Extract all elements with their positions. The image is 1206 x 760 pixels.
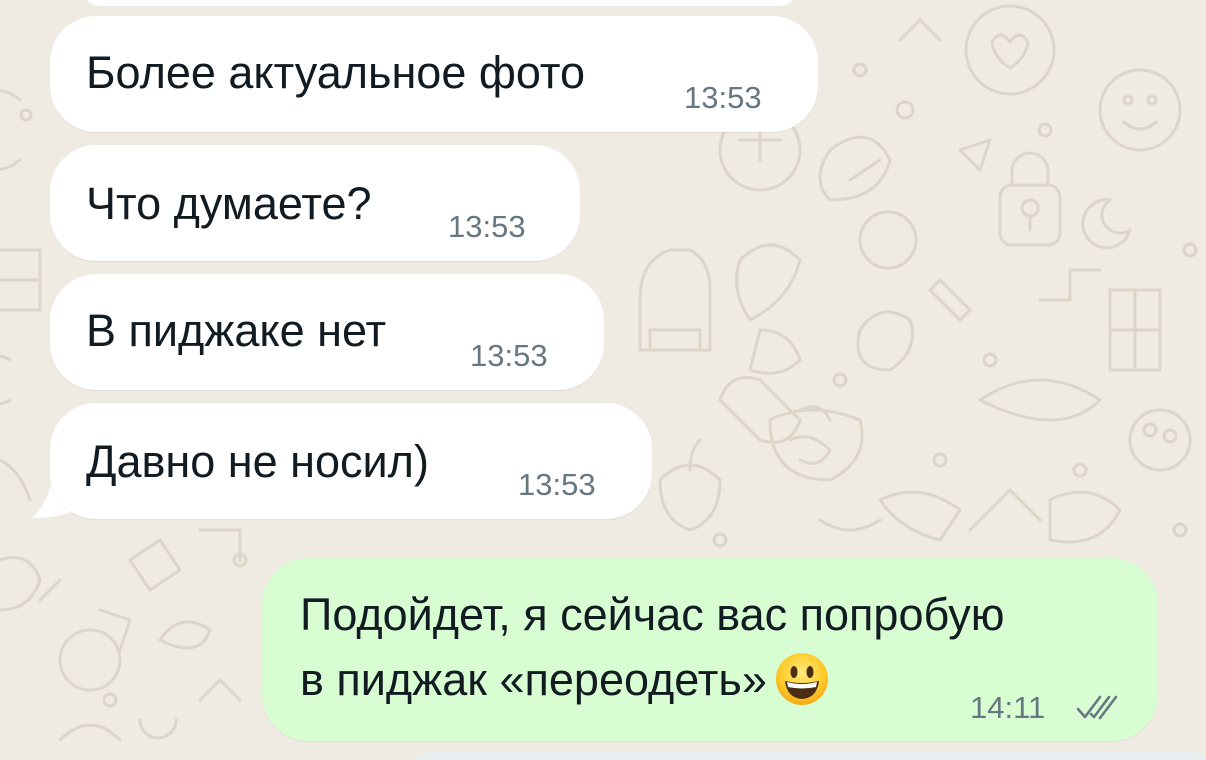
chat-area[interactable]: Более актуальное фото 13:53 Что думаете?…: [0, 0, 1206, 760]
incoming-message[interactable]: Что думаете? 13:53: [50, 145, 580, 261]
message-text: Давно не носил): [86, 436, 429, 487]
message-text: в пиджак «переодеть»: [300, 653, 767, 705]
double-check-icon: [1076, 695, 1118, 720]
message-time: 13:53: [470, 338, 548, 373]
next-message-edge: [410, 752, 1206, 760]
message-time: 13:53: [518, 467, 596, 502]
incoming-message[interactable]: Давно не носил) 13:53: [50, 403, 652, 519]
message-text: В пиджаке нет: [86, 305, 387, 356]
incoming-message[interactable]: Более актуальное фото 13:53: [50, 16, 818, 132]
grinning-face-emoji: [775, 653, 828, 705]
message-time: 13:53: [684, 80, 762, 115]
outgoing-message[interactable]: Подойдет, я сейчас вас попробую в пиджак…: [262, 558, 1158, 741]
incoming-message[interactable]: В пиджаке нет 13:53: [50, 274, 604, 390]
message-time: 13:53: [448, 209, 526, 244]
message-text: Что думаете?: [86, 178, 372, 229]
previous-photo-message[interactable]: [80, 0, 800, 6]
message-time: 14:11: [970, 690, 1046, 725]
message-text-line-1: Подойдет, я сейчас вас попробую: [300, 589, 1005, 640]
message-text: Более актуальное фото: [86, 47, 586, 98]
message-text-line-2: в пиджак «переодеть»: [300, 652, 829, 706]
